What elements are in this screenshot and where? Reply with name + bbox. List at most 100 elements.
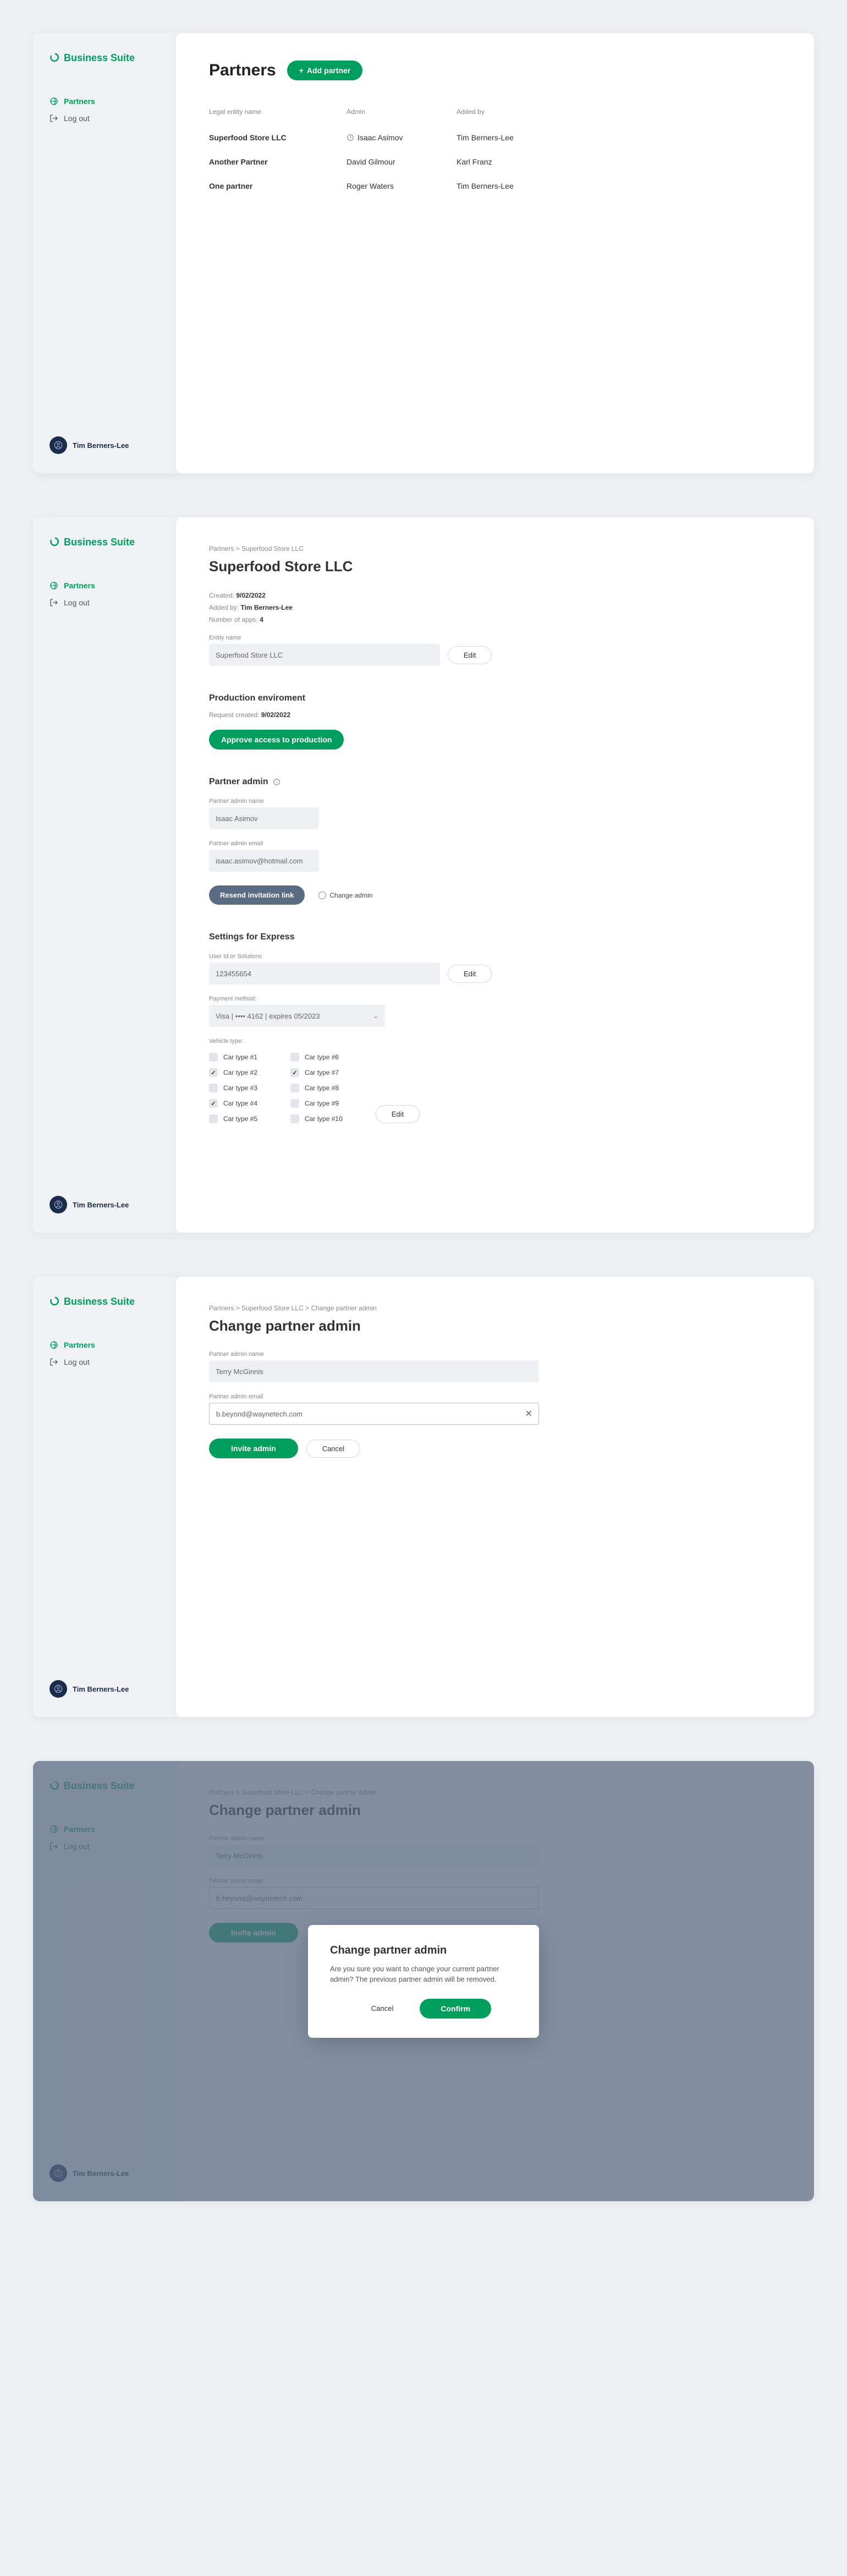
user-id-input[interactable] [209, 962, 440, 985]
modal-confirm-button[interactable]: Confirm [420, 1999, 491, 2019]
admin-email-input[interactable] [209, 850, 319, 872]
checkbox-icon [209, 1084, 218, 1092]
screen-partner-detail: Business Suite Partners Log out Tim Bern… [33, 517, 814, 1233]
vehicle-checkbox[interactable]: Car type #4 [209, 1099, 257, 1108]
checkbox-icon [209, 1068, 218, 1077]
nav-logout[interactable]: Log out [50, 598, 160, 607]
admin-name-input[interactable] [209, 1360, 539, 1382]
sidebar: Business Suite Partners Log out Tim Bern… [33, 1277, 176, 1717]
vehicle-checkbox-grid: Car type #1 Car type #2 Car type #3 Car typ… [209, 1053, 343, 1123]
main-content: Partners > Superfood Store LLC Superfood… [176, 517, 814, 1233]
edit-vehicle-button[interactable]: Edit [376, 1105, 420, 1123]
clear-input-icon[interactable]: ✕ [525, 1408, 532, 1419]
col-entity: Legal entity name [209, 108, 346, 116]
payment-value: Visa | •••• 4162 | expires 05/2023 [216, 1012, 320, 1020]
vehicle-label: Car type #7 [305, 1069, 339, 1076]
screen-partners-list: Business Suite Partners Log out Tim Bern… [33, 33, 814, 473]
admin-email-input[interactable] [209, 1403, 539, 1425]
vehicle-checkbox[interactable]: Car type #7 [290, 1068, 343, 1077]
approve-production-button[interactable]: Approve access to production [209, 730, 344, 750]
entity-name-input[interactable] [209, 644, 440, 666]
cell-entity: Superfood Store LLC [209, 133, 346, 142]
sidebar: Business Suite Partners Log out Tim Bern… [33, 517, 176, 1233]
vehicle-checkbox[interactable]: Car type #6 [290, 1053, 343, 1062]
current-user[interactable]: Tim Berners-Lee [50, 1196, 160, 1213]
cancel-button[interactable]: Cancel [306, 1440, 360, 1458]
logo-icon [50, 1297, 61, 1308]
modal-cancel-button[interactable]: Cancel [356, 1999, 409, 2019]
admin-email-label: Partner admin email [209, 1393, 781, 1400]
admin-email-label: Partner admin email [209, 840, 781, 847]
partner-admin-heading: Partner admin [209, 777, 781, 787]
page-title: Superfood Store LLC [209, 558, 781, 575]
cell-added-by: Tim Berners-Lee [457, 182, 781, 190]
table-row[interactable]: Another Partner David Gilmour Karl Franz [209, 150, 781, 174]
vehicle-checkbox[interactable]: Car type #9 [290, 1099, 343, 1108]
checkbox-icon [209, 1114, 218, 1123]
sidebar: Business Suite Partners Log out Tim Bern… [33, 33, 176, 473]
vehicle-checkbox[interactable]: Car type #2 [209, 1068, 257, 1077]
vehicle-checkbox[interactable]: Car type #5 [209, 1114, 257, 1123]
admin-name-label: Partner admin name [209, 798, 781, 805]
breadcrumb[interactable]: Partners > Superfood Store LLC [209, 545, 781, 553]
checkbox-icon [290, 1068, 299, 1077]
current-user[interactable]: Tim Berners-Lee [50, 1680, 160, 1698]
vehicle-label: Car type #3 [223, 1084, 257, 1092]
checkbox-icon [209, 1053, 218, 1062]
brand-text: Business Suite [64, 52, 135, 64]
vehicle-label: Car type #10 [305, 1115, 343, 1123]
info-icon[interactable] [273, 778, 280, 786]
logo-icon [50, 537, 61, 548]
change-admin-radio[interactable]: Change admin [318, 892, 372, 899]
nav-partners[interactable]: Partners [50, 581, 160, 590]
created-meta: Created: 9/02/2022 [209, 592, 781, 599]
vehicle-label: Car type #6 [305, 1053, 339, 1061]
table-row[interactable]: One partner Roger Waters Tim Berners-Lee [209, 174, 781, 198]
nav-partners-label: Partners [64, 97, 95, 106]
cell-added-by: Tim Berners-Lee [457, 133, 781, 142]
admin-name-input[interactable] [209, 807, 319, 829]
page-header: Partners + Add partner [209, 61, 781, 80]
avatar [50, 1680, 67, 1698]
current-user[interactable]: Tim Berners-Lee [50, 436, 160, 454]
vehicle-checkbox[interactable]: Car type #1 [209, 1053, 257, 1062]
cell-added-by: Karl Franz [457, 157, 781, 166]
nav: Partners Log out [50, 97, 160, 123]
page-title: Change partner admin [209, 1317, 781, 1335]
modal-overlay[interactable]: Change partner admin Are you sure you wa… [33, 1761, 814, 2201]
partners-table: Legal entity name Admin Added by Superfo… [209, 108, 781, 198]
nav-partners[interactable]: Partners [50, 97, 160, 106]
invite-admin-button[interactable]: Invite admin [209, 1439, 298, 1458]
checkbox-icon [290, 1053, 299, 1062]
edit-userid-button[interactable]: Edit [448, 965, 492, 983]
vehicle-checkbox[interactable]: Car type #8 [290, 1084, 343, 1092]
settings-heading: Settings for Express [209, 932, 781, 942]
brand-logo: Business Suite [50, 52, 160, 64]
checkbox-icon [290, 1099, 299, 1108]
checkbox-icon [290, 1084, 299, 1092]
partners-icon [50, 581, 58, 590]
production-heading: Production enviroment [209, 693, 781, 703]
resend-invitation-button[interactable]: Resend invitation link [209, 885, 305, 905]
col-admin: Admin [346, 108, 457, 116]
cell-entity: One partner [209, 182, 346, 190]
vehicle-label: Car type #5 [223, 1115, 257, 1123]
page-title: Partners [209, 61, 276, 80]
breadcrumb[interactable]: Partners > Superfood Store LLC > Change … [209, 1304, 781, 1312]
entity-name-label: Entity name [209, 635, 781, 641]
vehicle-checkbox[interactable]: Car type #3 [209, 1084, 257, 1092]
brand-logo: Business Suite [50, 1296, 160, 1308]
payment-select[interactable]: Visa | •••• 4162 | expires 05/2023 ⌄ [209, 1005, 385, 1027]
screen-change-admin-confirm: Business Suite Partners Log out Tim Bern… [33, 1761, 814, 2201]
nav-logout[interactable]: Log out [50, 1358, 160, 1366]
nav-logout[interactable]: Log out [50, 114, 160, 123]
vehicle-label: Car type #1 [223, 1053, 257, 1061]
add-partner-label: Add partner [307, 66, 350, 75]
edit-entity-button[interactable]: Edit [448, 646, 492, 664]
table-row[interactable]: Superfood Store LLC Isaac Asimov Tim Ber… [209, 125, 781, 150]
add-partner-button[interactable]: + Add partner [287, 61, 363, 80]
nav-partners[interactable]: Partners [50, 1341, 160, 1349]
table-header: Legal entity name Admin Added by [209, 108, 781, 125]
confirm-modal: Change partner admin Are you sure you wa… [308, 1925, 539, 2038]
vehicle-checkbox[interactable]: Car type #10 [290, 1114, 343, 1123]
